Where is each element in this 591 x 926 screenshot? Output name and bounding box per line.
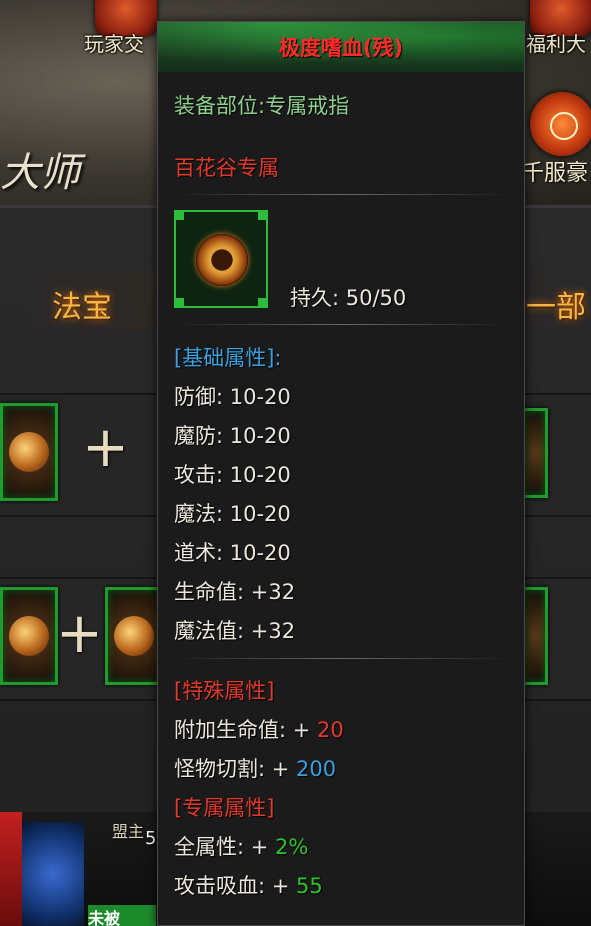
exclusive-stat-label: 攻击吸血: + [174, 874, 297, 898]
recipe-slot-2b[interactable] [105, 587, 163, 685]
banner-left-text: 法宝 [52, 290, 112, 325]
base-stat: 魔防: 10-20 [174, 424, 291, 448]
bottom-label: 盟主 [112, 822, 145, 841]
base-stat: 生命值: +32 [174, 580, 296, 604]
bottom-number: 5 [145, 828, 157, 849]
exclusive-stat-label: 全属性: + [174, 835, 276, 859]
special-stat: 附加生命值: + 20 [174, 714, 344, 744]
recipe-slot-1a[interactable] [0, 403, 58, 501]
exclusive-stat-value: 2% [275, 835, 309, 859]
exclusive-stat: 全属性: + 2% [174, 831, 308, 861]
base-attributes-header: [基础属性]: [174, 346, 282, 370]
divider [174, 194, 510, 195]
divider [174, 658, 510, 659]
durability: 持久: 50/50 [290, 286, 407, 310]
welfare-label[interactable]: 福利大 [526, 28, 586, 57]
equip-slot: 装备部位:专属戒指 [174, 94, 350, 118]
base-stat: 道术: 10-20 [174, 541, 291, 565]
special-stat-value: 20 [317, 718, 344, 742]
base-stat: 魔法值: +32 [174, 619, 296, 643]
exclusive-attributes-header: [专属属性] [174, 796, 275, 820]
exclusive-class: 百花谷专属 [174, 156, 279, 180]
bottom-tag[interactable]: 未被 [88, 905, 156, 926]
mana-orb [22, 822, 84, 926]
special-stat-label: 怪物切割: + [174, 757, 297, 781]
exclusive-stat: 攻击吸血: + 55 [174, 870, 323, 900]
material-icon [9, 616, 49, 656]
tooltip-header: 极度嗜血(残) [158, 22, 524, 72]
special-stat: 怪物切割: + 200 [174, 753, 336, 783]
base-stat: 攻击: 10-20 [174, 463, 291, 487]
item-name: 极度嗜血(残) [278, 36, 404, 60]
special-attributes-header: [特殊属性] [174, 679, 275, 703]
recipe-slot-1b[interactable] [522, 408, 548, 498]
material-icon [114, 616, 154, 656]
item-icon-frame [174, 210, 268, 308]
item-tooltip: 极度嗜血(残) 装备部位:专属戒指 百花谷专属 持久: 50/50 [基础属性]… [157, 21, 525, 926]
base-stat: 魔法: 10-20 [174, 502, 291, 526]
special-stat-label: 附加生命值: + [174, 718, 318, 742]
divider [174, 324, 510, 325]
server-badge-label[interactable]: 千服豪 [522, 155, 588, 187]
recipe-slot-2a[interactable] [0, 587, 58, 685]
banner-right-text: 一部 [526, 290, 586, 325]
master-text: 大师 [0, 150, 80, 196]
material-icon [9, 432, 49, 472]
special-stat-value: 200 [296, 757, 337, 781]
base-stat: 防御: 10-20 [174, 385, 291, 409]
recipe-slot-2c[interactable] [522, 587, 548, 685]
health-orb [0, 812, 22, 926]
exclusive-stat-value: 55 [296, 874, 323, 898]
player-trade-label[interactable]: 玩家交 [84, 28, 144, 57]
plus-icon: + [82, 415, 129, 480]
ring-icon [196, 234, 248, 286]
server-badge-icon[interactable] [530, 92, 591, 156]
plus-icon: + [56, 601, 103, 666]
